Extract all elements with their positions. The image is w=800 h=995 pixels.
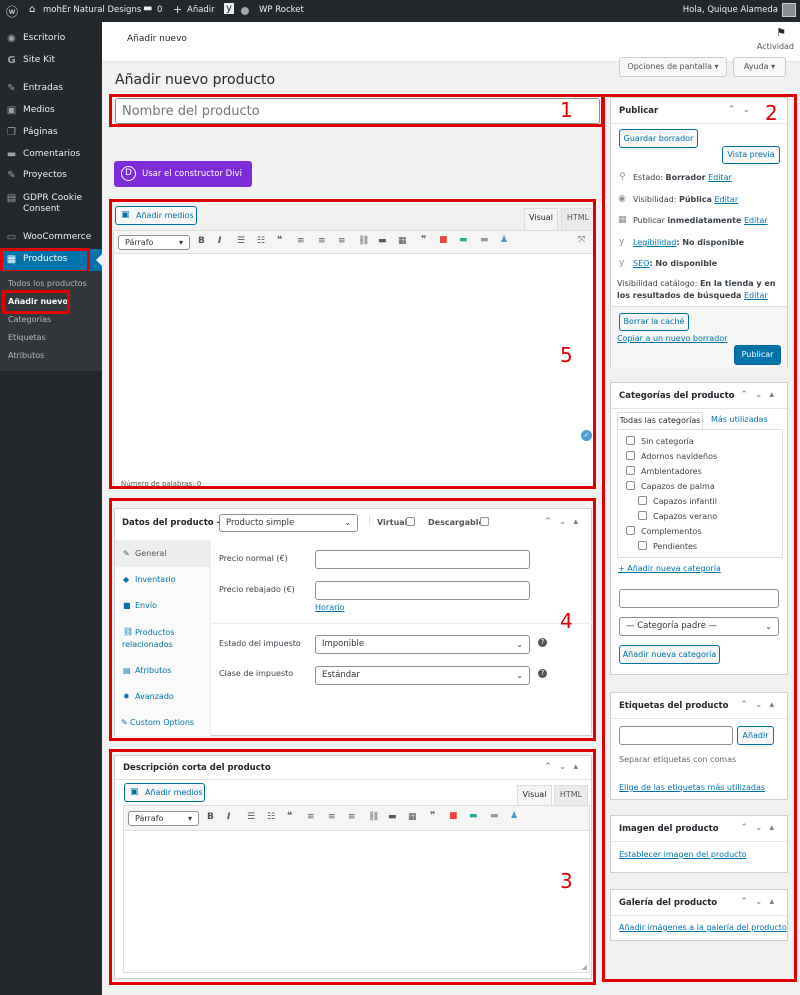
- home-icon: ⌂: [29, 4, 36, 15]
- annotation-number-4: 4: [560, 609, 573, 633]
- sitekit-icon: G: [7, 55, 16, 66]
- pages-icon: ❐: [7, 127, 16, 138]
- sidebar-item-comentarios[interactable]: ▬ Comentarios: [0, 146, 102, 164]
- activity-link[interactable]: Actividad: [757, 42, 794, 51]
- sidebar-item-entradas[interactable]: ✎ Entradas: [0, 80, 102, 98]
- submenu-todos-productos[interactable]: Todos los productos: [8, 279, 87, 288]
- annotation-box-3: [109, 749, 596, 985]
- submenu-etiquetas[interactable]: Etiquetas: [8, 333, 46, 342]
- add-new-link[interactable]: Añadir: [187, 5, 215, 15]
- sidebar-item-escritorio[interactable]: ◉ Escritorio: [0, 30, 102, 48]
- comments-icon: ▬: [6, 149, 17, 160]
- greeting-link[interactable]: Hola, Quique Alameda: [683, 5, 778, 15]
- annotation-number-1: 1: [560, 98, 573, 122]
- site-name-link[interactable]: mohEr Natural Designs: [43, 5, 141, 15]
- productos-submenu: Todos los productos Añadir nuevo Categor…: [0, 271, 102, 371]
- active-arrow: [96, 254, 102, 266]
- lock-icon: ▤: [6, 193, 17, 204]
- wp-rocket-link[interactable]: WP Rocket: [259, 5, 304, 15]
- sidebar-item-paginas[interactable]: ❐ Páginas: [0, 124, 102, 142]
- page-title: Añadir nuevo producto: [115, 72, 276, 88]
- avatar[interactable]: [782, 3, 796, 17]
- flag-icon[interactable]: ⚑: [776, 26, 786, 39]
- sidebar-item-woocommerce[interactable]: ▭ WooCommerce: [0, 229, 102, 247]
- submenu-categorias[interactable]: Categorías: [8, 315, 51, 324]
- annotation-number-3: 3: [560, 869, 573, 893]
- pin-icon: ✎: [7, 170, 16, 181]
- annotation-box-1: [109, 94, 604, 127]
- screen-options-button[interactable]: Opciones de pantalla ▾: [619, 57, 727, 77]
- woo-icon: ▭: [6, 232, 17, 243]
- submenu-atributos[interactable]: Atributos: [8, 351, 44, 360]
- sidebar-item-sitekit[interactable]: G Site Kit: [0, 52, 102, 70]
- annotation-box-2: [602, 94, 797, 982]
- admin-bar: ⓦ ⌂ mohEr Natural Designs ▬ 0 + Añadir y…: [0, 0, 800, 22]
- dashboard-icon: ◉: [7, 33, 16, 44]
- media-icon: ▣: [6, 105, 17, 116]
- sidebar-item-gdpr[interactable]: ▤ GDPR Cookie Consent: [0, 190, 102, 218]
- admin-sidebar: ◉ Escritorio G Site Kit ✎ Entradas ▣ Medios …: [0, 22, 102, 995]
- highlight-productos: [0, 248, 90, 273]
- annotation-number-2: 2: [765, 101, 778, 125]
- plus-icon: +: [173, 3, 183, 16]
- status-dot-icon: [241, 7, 249, 15]
- sidebar-item-proyectos[interactable]: ✎ Proyectos: [0, 167, 102, 185]
- yoast-icon[interactable]: y: [224, 3, 234, 14]
- comments-count[interactable]: 0: [157, 5, 162, 15]
- page-header: Añadir nuevo ⚑ Actividad: [102, 22, 800, 62]
- annotation-number-5: 5: [560, 343, 573, 367]
- highlight-anadir-nuevo: [2, 290, 70, 314]
- divi-builder-button[interactable]: D Usar el constructor Divi: [114, 161, 252, 187]
- sidebar-item-medios[interactable]: ▣ Medios: [0, 102, 102, 120]
- pin-icon: ✎: [7, 83, 16, 94]
- breadcrumb: Añadir nuevo: [127, 34, 187, 44]
- comment-icon[interactable]: ▬: [143, 3, 152, 14]
- divi-icon: D: [121, 166, 136, 181]
- wordpress-logo-icon[interactable]: ⓦ: [6, 3, 18, 20]
- annotation-box-4: [109, 498, 596, 741]
- help-button[interactable]: Ayuda ▾: [733, 57, 786, 77]
- annotation-box-5: [109, 199, 596, 489]
